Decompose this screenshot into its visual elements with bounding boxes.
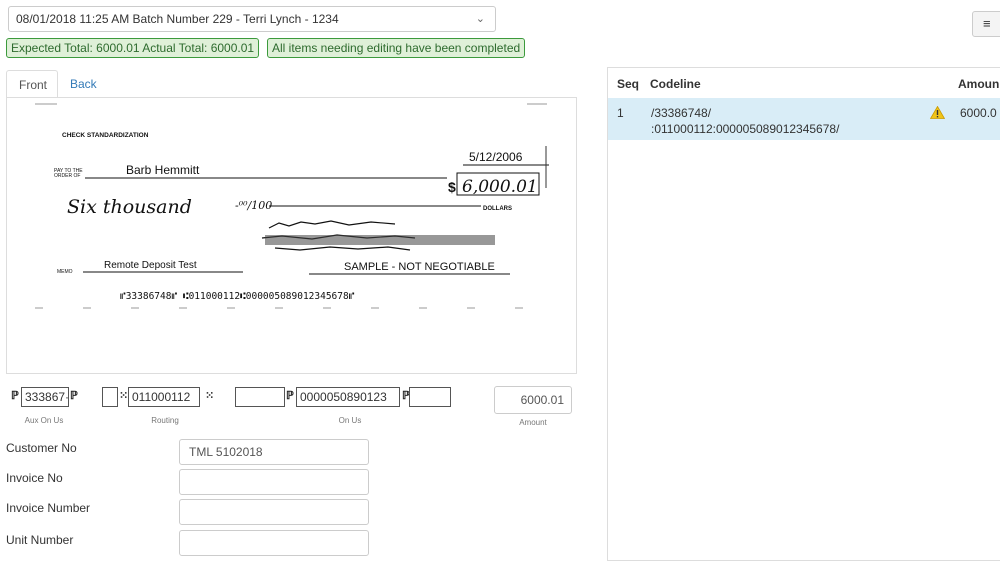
hamburger-icon: ≡: [983, 16, 991, 31]
unit-number-label: Unit Number: [6, 533, 74, 547]
row-codeline-line1: /33386748/: [651, 106, 712, 120]
svg-text:$: $: [448, 179, 456, 195]
totals-badge: Expected Total: 6000.01 Actual Total: 60…: [6, 38, 260, 58]
menu-button[interactable]: ≡: [972, 11, 1000, 37]
invoice-no-input[interactable]: [179, 469, 369, 495]
check-payee: Barb Hemmitt: [126, 163, 200, 177]
micr-symbol-icon: ℙ: [286, 390, 294, 402]
trailing-field[interactable]: [409, 387, 451, 407]
customer-no-input[interactable]: TML 5102018: [179, 439, 369, 465]
tab-back[interactable]: Back: [58, 70, 109, 98]
on-us-field[interactable]: 0000050890123: [296, 387, 400, 407]
chevron-down-icon: ⌄: [475, 13, 485, 25]
svg-text:ORDER OF: ORDER OF: [54, 173, 80, 179]
svg-text:-⁰⁰/100: -⁰⁰/100: [235, 199, 272, 212]
signature-scribble: [261, 220, 495, 251]
routing-field[interactable]: 011000112: [128, 387, 200, 407]
check-date: 5/12/2006: [469, 150, 523, 164]
check-memo: Remote Deposit Test: [104, 260, 197, 271]
check-header: CHECK STANDARDIZATION: [62, 132, 149, 139]
column-header-amount[interactable]: Amoun: [958, 77, 999, 91]
check-amount-numeric: 6,000.01: [462, 177, 538, 197]
row-seq: 1: [617, 106, 624, 120]
invoice-number-label: Invoice Number: [6, 501, 91, 515]
blank-field[interactable]: [235, 387, 285, 407]
items-table: [607, 67, 1000, 561]
micr-symbol-icon: ℙ: [11, 390, 19, 402]
routing-prefix-field[interactable]: [102, 387, 118, 407]
svg-text:MEMO: MEMO: [57, 269, 73, 275]
check-amount-words: Six thousand: [67, 196, 192, 218]
tab-front[interactable]: Front: [6, 70, 58, 98]
invoice-no-label: Invoice No: [6, 471, 63, 485]
column-header-seq[interactable]: Seq: [617, 77, 639, 91]
micr-symbol-icon: ℙ: [70, 390, 78, 402]
batch-select-value: 08/01/2018 11:25 AM Batch Number 229 - T…: [16, 12, 339, 26]
aux-on-us-caption: Aux On Us: [24, 416, 64, 425]
batch-select[interactable]: 08/01/2018 11:25 AM Batch Number 229 - T…: [8, 6, 496, 32]
customer-no-label: Customer No: [6, 441, 77, 455]
micr-transit-icon: ⁙: [205, 390, 215, 402]
on-us-caption: On Us: [338, 416, 362, 425]
row-codeline-line2: :011000112:000005089012345678/: [651, 122, 840, 136]
column-header-codeline[interactable]: Codeline: [650, 77, 701, 91]
check-image-panel: CHECK STANDARDIZATION 5/12/2006 PAY TO T…: [6, 97, 577, 374]
row-amount: 6000.0: [960, 106, 997, 120]
invoice-number-input[interactable]: [179, 499, 369, 525]
unit-number-input[interactable]: [179, 530, 369, 556]
status-badge: All items needing editing have been comp…: [267, 38, 526, 58]
amount-caption: Amount: [519, 418, 547, 427]
check-image: CHECK STANDARDIZATION 5/12/2006 PAY TO T…: [35, 103, 549, 309]
check-micr-line: ⑈33386748⑈ ⑆011000112⑆000005089012345678…: [120, 291, 355, 302]
svg-text:DOLLARS: DOLLARS: [483, 206, 512, 212]
routing-caption: Routing: [151, 416, 179, 425]
micr-transit-icon: ⁙: [119, 390, 129, 402]
warning-icon[interactable]: [930, 106, 945, 119]
amount-field[interactable]: 6000.01: [494, 386, 572, 414]
aux-on-us-field[interactable]: 333867·: [21, 387, 69, 407]
check-sample-label: SAMPLE - NOT NEGOTIABLE: [344, 261, 495, 273]
